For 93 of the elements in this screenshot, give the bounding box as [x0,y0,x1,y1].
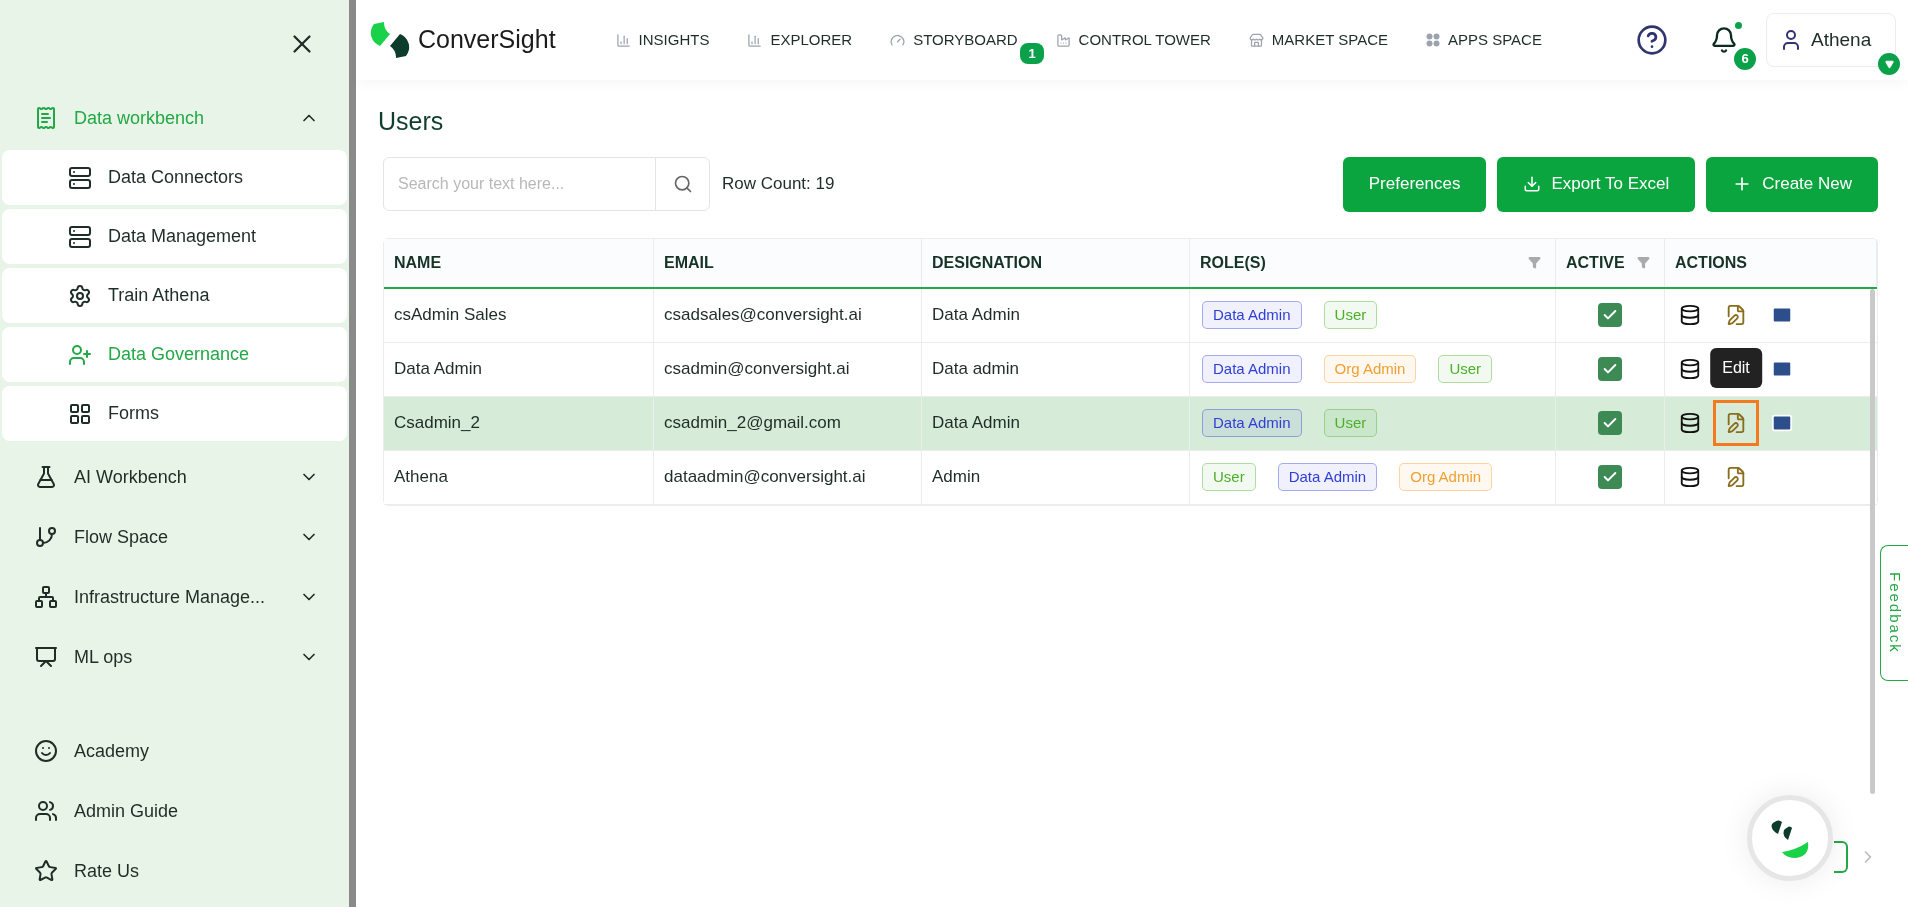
nav-icon [1055,32,1071,48]
item-icon [68,401,92,426]
group-icon [34,465,58,489]
edit-icon[interactable] [1725,412,1747,434]
nav-link[interactable]: APPS SPACE [1426,28,1542,52]
sidebar-link[interactable]: Rate Us [0,841,349,901]
nav-icon [1248,32,1264,48]
column-header: NAME [394,252,443,273]
database-icon[interactable] [1679,466,1701,488]
link-icon [34,739,58,763]
mail-icon[interactable] [1771,412,1793,434]
role-tag: Org Admin [1399,462,1493,492]
table-row[interactable]: Athena dataadmin@conversight.ai Admin User Data Admin Org Admin [384,450,1877,505]
column-header: ACTIONS [1675,252,1748,273]
role-tag: Data Admin [1202,408,1302,438]
logo[interactable]: ConverSight [370,20,556,60]
caret-icon [1878,53,1900,75]
page-button[interactable] [1834,841,1848,873]
active-checkbox[interactable] [1598,303,1622,327]
group-icon [34,106,58,130]
tooltip: Edit [1710,348,1762,388]
edit-icon[interactable] [1725,466,1747,488]
nav-icon [615,32,631,48]
search-field[interactable]: Search your text here... [384,158,655,210]
table-cell-text: Athena [394,466,448,489]
table-cell-text: Data Admin [932,304,1020,327]
role-tag: Data Admin [1202,354,1302,384]
role-tag: Data Admin [1202,300,1302,330]
column-header: ACTIVE [1566,252,1626,273]
role-tag: User [1323,408,1378,438]
table-cell-text: Csadmin_2 [394,412,480,435]
row-count: Row Count: 19 [722,173,835,196]
column-header: EMAIL [664,252,715,273]
sidebar-link[interactable]: Academy [0,721,349,781]
bell-icon[interactable] [1710,26,1738,54]
table-cell-text: csadsales@conversight.ai [664,304,862,327]
sidebar-subitem[interactable]: Data Connectors [2,150,347,205]
download-icon [1523,175,1542,193]
item-icon [68,224,92,249]
role-tag: User [1323,300,1378,330]
item-icon [68,283,92,308]
link-icon [34,859,58,883]
group-icon [34,525,58,549]
scrollbar[interactable] [1870,288,1875,794]
item-icon [68,342,92,367]
active-checkbox[interactable] [1598,465,1622,489]
role-tag: Data Admin [1277,462,1378,492]
role-tag: Org Admin [1323,354,1417,384]
help-icon[interactable] [1636,24,1668,56]
active-checkbox[interactable] [1598,357,1622,381]
table-cell-text: Admin [932,466,981,489]
sidebar-subitem[interactable]: Data Management [2,209,347,264]
notification-badge: 6 [1734,48,1756,70]
table-cell-text: Data Admin [932,412,1020,435]
link-icon [34,799,58,823]
role-tag: User [1438,354,1493,384]
sidebar-item[interactable]: AI Workbench [0,447,349,507]
table-cell-text: dataadmin@conversight.ai [664,466,866,489]
table-cell-text: csadmin_2@gmail.com [664,412,841,435]
column-header: ROLE(S) [1200,252,1267,273]
edit-icon[interactable] [1725,304,1747,326]
nav-link[interactable]: EXPLORER [747,28,853,52]
logo-icon [370,20,410,60]
role-tag: User [1202,462,1256,492]
table-cell-text: csAdmin Sales [394,304,507,327]
sidebar-item[interactable]: Infrastructure Manage... [0,567,349,627]
count-badge: 1 [1020,42,1044,65]
group-icon [34,585,58,609]
sidebar-subitem[interactable]: Forms [2,386,347,441]
database-icon[interactable] [1679,412,1701,434]
page-title: Users [378,106,444,137]
database-icon[interactable] [1679,304,1701,326]
table-cell-text: Data Admin [394,358,482,381]
table-row[interactable]: csAdmin Sales csadsales@conversight.ai Data Admin Data Admin User [384,288,1877,343]
active-checkbox[interactable] [1598,411,1622,435]
nav-link[interactable]: INSIGHTS [615,28,710,52]
apps-icon [1426,33,1440,47]
column-header: DESIGNATION [932,252,1043,273]
search-icon[interactable] [672,174,693,194]
sidebar-link[interactable]: Admin Guide [0,781,349,841]
table-cell-text: Data admin [932,358,1019,381]
nav-link[interactable]: MARKET SPACE [1248,28,1388,52]
nav-icon [747,32,763,48]
database-icon[interactable] [1679,358,1701,380]
table-cell-text: csadmin@conversight.ai [664,358,850,381]
nav-icon [890,32,906,48]
sidebar-item[interactable]: ML ops [0,627,349,687]
group-icon [34,645,58,669]
nav-link[interactable]: CONTROL TOWER [1055,28,1211,52]
item-icon [68,165,92,190]
sidebar-item[interactable]: Flow Space [0,507,349,567]
search-bar[interactable]: Search your text here... [383,157,710,211]
sidebar-subitem[interactable]: Train Athena [2,268,347,323]
